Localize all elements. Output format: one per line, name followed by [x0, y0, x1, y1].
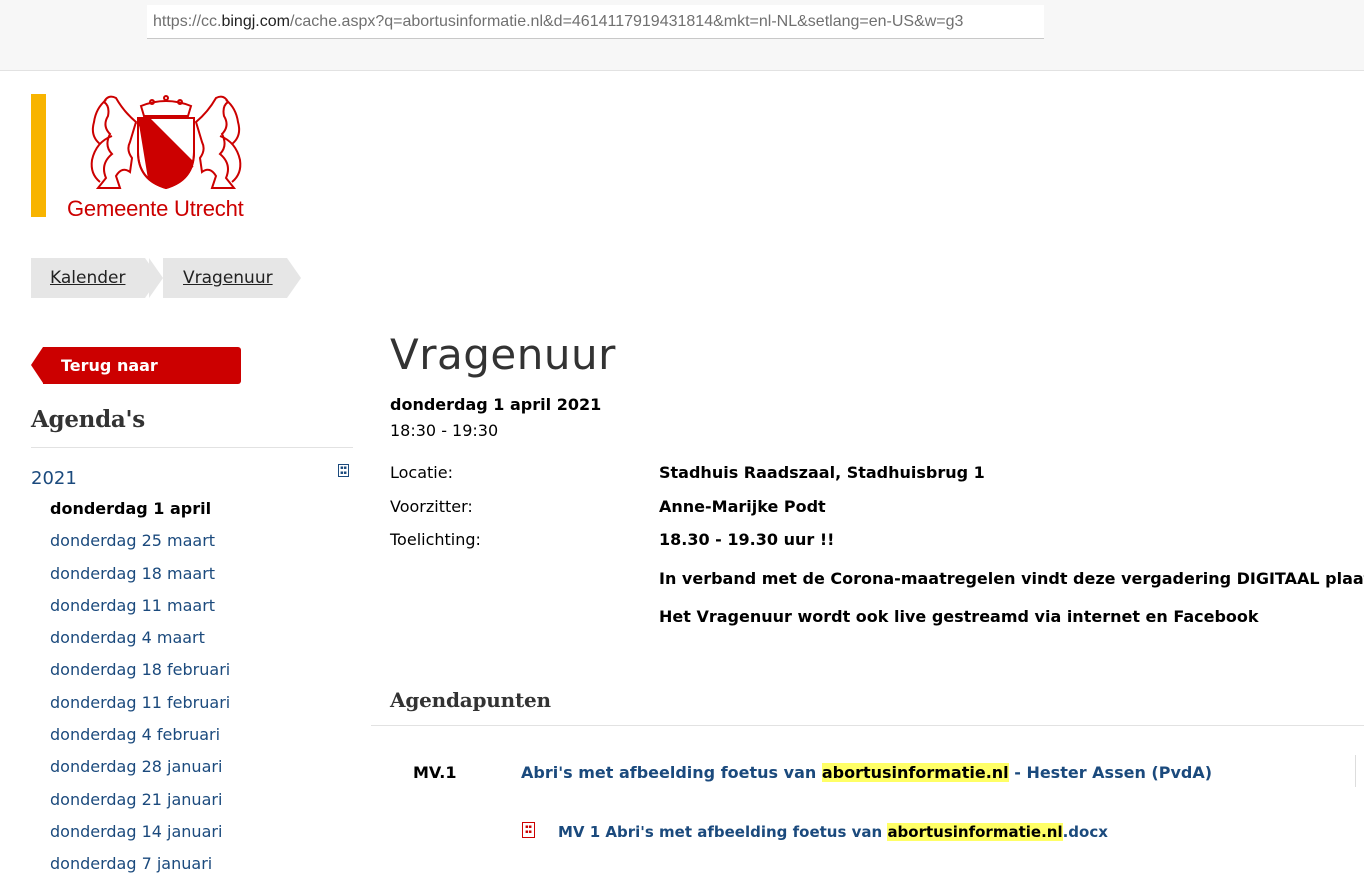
sidebar-title: Agenda's — [31, 406, 145, 433]
notes-line: Het Vragenuur wordt ook live gestreamd v… — [659, 607, 1259, 626]
url-rest: /cache.aspx?q=abortusinformatie.nl&d=461… — [289, 13, 964, 30]
url-domain: bingj.com — [221, 13, 290, 30]
location-label: Locatie: — [390, 463, 453, 482]
agenda-item-code: MV.1 — [413, 763, 457, 782]
chair-label: Voorzitter: — [390, 497, 473, 516]
sidebar-date-item[interactable]: donderdag 21 januari — [50, 788, 230, 820]
url-prefix: https://cc. — [153, 13, 222, 30]
document-icon[interactable]: ▪▪ ▪▪ — [338, 464, 349, 477]
meeting-time: 18:30 - 19:30 — [390, 421, 499, 440]
sidebar-date-item[interactable]: donderdag 11 maart — [50, 594, 230, 626]
sidebar-date-item[interactable]: donderdag 18 maart — [50, 562, 230, 594]
breadcrumb-vragenuur[interactable]: Vragenuur — [149, 258, 301, 298]
logo-text[interactable]: Gemeente Utrecht — [67, 196, 244, 222]
sidebar-date-item[interactable]: donderdag 18 februari — [50, 658, 230, 690]
breadcrumb-kalender[interactable]: Kalender — [31, 258, 159, 298]
agenda-item-title-end: - Hester Assen (PvdA) — [1008, 763, 1213, 782]
page-title: Vragenuur — [390, 330, 616, 379]
sidebar-divider — [31, 447, 353, 448]
agenda-section-title: Agendapunten — [390, 688, 551, 712]
search-highlight: abortusinformatie.nl — [821, 763, 1009, 782]
notes-label: Toelichting: — [390, 530, 481, 549]
sidebar-date-item[interactable]: donderdag 11 februari — [50, 691, 230, 723]
agenda-item-title[interactable]: Abri's met afbeelding foetus van abortus… — [521, 763, 1212, 782]
sidebar-date-item[interactable]: donderdag 14 januari — [50, 820, 230, 852]
agenda-divider — [371, 725, 1364, 726]
attachment-name-start: MV 1 Abri's met afbeelding foetus van — [558, 823, 888, 841]
notes-line: In verband met de Corona-maatregelen vin… — [659, 569, 1364, 588]
address-bar[interactable]: https://cc.bingj.com/cache.aspx?q=abortu… — [147, 5, 1044, 39]
sidebar-date-list: donderdag 1 april donderdag 25 maart don… — [50, 497, 230, 885]
attachment-link[interactable]: MV 1 Abri's met afbeelding foetus van ab… — [558, 823, 1108, 841]
sidebar-date-item[interactable]: donderdag 4 februari — [50, 723, 230, 755]
meeting-date: donderdag 1 april 2021 — [390, 395, 602, 414]
notes-line: 18.30 - 19.30 uur !! — [659, 530, 835, 549]
coat-of-arms-icon[interactable] — [86, 92, 246, 194]
sidebar-year[interactable]: 2021 — [31, 468, 77, 489]
word-file-icon[interactable]: ▪▪ ▪▪ — [522, 822, 535, 838]
item-divider — [1355, 755, 1356, 787]
back-to-calendar-button[interactable]: Terug naar kalender — [31, 347, 241, 412]
chair-value: Anne-Marijke Podt — [659, 497, 826, 516]
attachment-extension: .docx — [1062, 823, 1108, 841]
sidebar-date-item[interactable]: donderdag 25 maart — [50, 529, 230, 561]
sidebar-date-item[interactable]: donderdag 28 januari — [50, 755, 230, 787]
sidebar-date-item[interactable]: donderdag 1 april — [50, 497, 230, 529]
logo-accent-bar — [31, 94, 46, 217]
location-value: Stadhuis Raadszaal, Stadhuisbrug 1 — [659, 463, 985, 482]
sidebar-date-item[interactable]: donderdag 7 januari — [50, 852, 230, 884]
sidebar-date-item[interactable]: donderdag 4 maart — [50, 626, 230, 658]
search-highlight: abortusinformatie.nl — [887, 823, 1063, 841]
browser-toolbar: https://cc.bingj.com/cache.aspx?q=abortu… — [0, 0, 1364, 71]
agenda-item-title-start: Abri's met afbeelding foetus van — [521, 763, 822, 782]
